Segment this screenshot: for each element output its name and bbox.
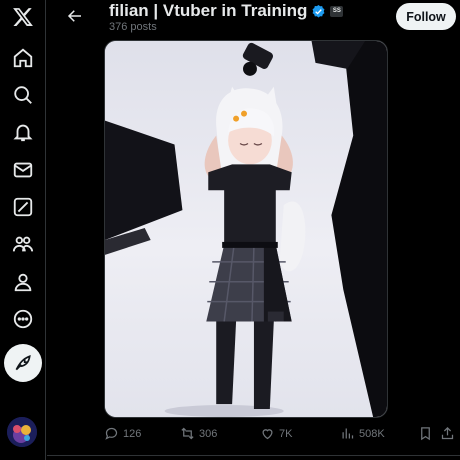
tweet-media-image[interactable] [104, 40, 388, 418]
x-logo-icon[interactable] [0, 0, 46, 34]
bookmark-button[interactable] [418, 426, 433, 441]
views-button[interactable]: 508K [340, 426, 385, 441]
like-count: 7K [279, 427, 293, 440]
affiliate-badge: SS [330, 5, 344, 17]
reply-icon [105, 427, 118, 440]
mail-icon[interactable] [0, 154, 46, 186]
grok-icon[interactable] [0, 191, 46, 223]
bell-icon[interactable] [0, 116, 46, 148]
quill-icon [15, 355, 31, 371]
post-count: 376 posts [109, 21, 157, 33]
reply-count: 126 [123, 427, 142, 440]
compose-post-button[interactable] [4, 344, 42, 382]
repost-button[interactable]: 306 [180, 426, 217, 441]
more-icon[interactable] [0, 303, 46, 335]
reply-button[interactable]: 126 [104, 426, 141, 441]
tweet-actions: 126 306 7K 508K [100, 426, 456, 446]
repost-count: 306 [199, 427, 218, 440]
display-name: filian | Vtuber in Training [109, 1, 308, 20]
view-count: 508K [359, 427, 385, 440]
like-button[interactable]: 7K [260, 426, 292, 441]
share-button[interactable] [440, 426, 455, 441]
search-icon[interactable] [0, 79, 46, 111]
follow-button[interactable]: Follow [396, 3, 456, 30]
sidebar-nav [0, 0, 46, 460]
verified-badge-icon [312, 4, 325, 17]
communities-icon[interactable] [0, 228, 46, 260]
arrow-left-icon [67, 10, 81, 22]
share-icon [441, 426, 454, 440]
repost-icon [181, 427, 194, 440]
home-icon[interactable] [0, 42, 46, 74]
bookmark-icon [421, 427, 430, 441]
divider [47, 455, 460, 456]
profile-title: filian | Vtuber in Training SS [109, 1, 344, 21]
account-avatar[interactable] [7, 417, 37, 447]
back-button[interactable] [62, 3, 88, 29]
views-chart-icon [342, 428, 354, 439]
profile-icon[interactable] [0, 266, 46, 298]
heart-icon [262, 429, 273, 440]
